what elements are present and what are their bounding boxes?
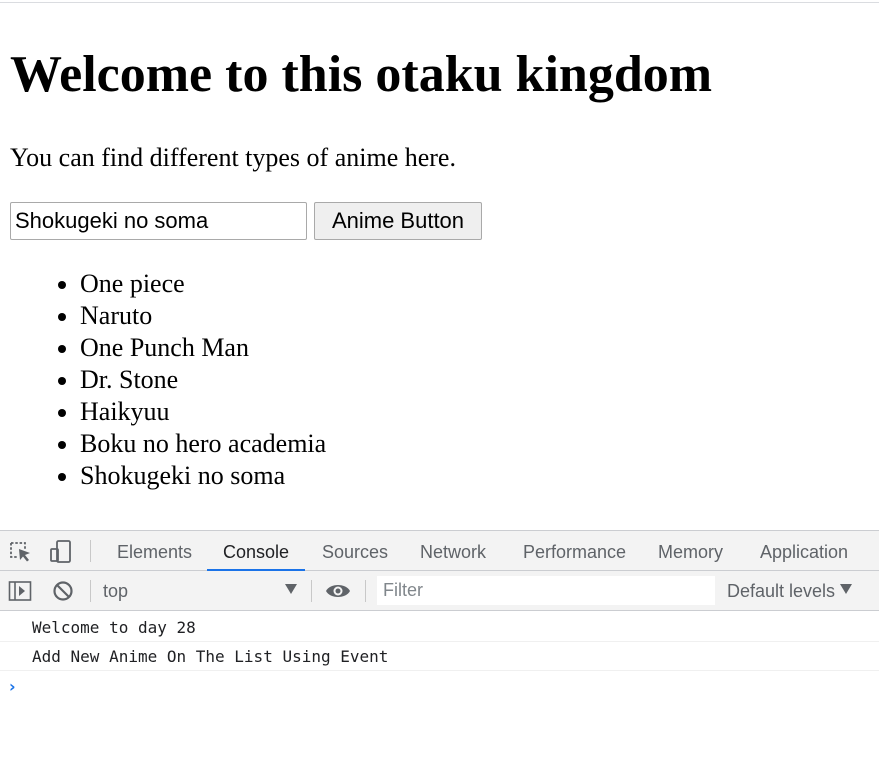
chevron-down-icon bbox=[285, 584, 297, 594]
log-levels-dropdown[interactable]: Default levels bbox=[727, 571, 867, 610]
page-root: Welcome to this otaku kingdom You can fi… bbox=[0, 0, 879, 777]
log-levels-label: Default levels bbox=[727, 581, 836, 601]
anime-input[interactable] bbox=[10, 202, 307, 240]
anime-button[interactable]: Anime Button bbox=[314, 202, 482, 240]
tab-performance[interactable]: Performance bbox=[523, 531, 626, 571]
filter-input[interactable] bbox=[377, 576, 715, 605]
list-item: Naruto bbox=[80, 300, 326, 332]
anime-list: One piece Naruto One Punch Man Dr. Stone… bbox=[10, 268, 326, 492]
page-title: Welcome to this otaku kingdom bbox=[10, 46, 713, 103]
tab-network[interactable]: Network bbox=[420, 531, 486, 571]
console-message: Welcome to day 28 bbox=[0, 613, 879, 642]
top-divider bbox=[0, 2, 879, 3]
tab-sources[interactable]: Sources bbox=[322, 531, 388, 571]
chevron-right-icon: › bbox=[9, 677, 16, 696]
list-item: Boku no hero academia bbox=[80, 428, 326, 460]
tab-memory[interactable]: Memory bbox=[658, 531, 723, 571]
devtools-tabbar: Elements Console Sources Network Perform… bbox=[0, 530, 879, 571]
list-item: One Punch Man bbox=[80, 332, 326, 364]
devtools-panel: Elements Console Sources Network Perform… bbox=[0, 530, 879, 777]
list-item: Haikyuu bbox=[80, 396, 326, 428]
console-toolbar: top Default levels bbox=[0, 571, 879, 611]
context-label: top bbox=[103, 581, 129, 601]
show-sidebar-icon[interactable] bbox=[8, 580, 32, 607]
console-prompt[interactable]: › bbox=[0, 671, 879, 701]
list-item: Dr. Stone bbox=[80, 364, 326, 396]
tab-application[interactable]: Application bbox=[760, 531, 848, 571]
list-item: One piece bbox=[80, 268, 326, 300]
console-message: Add New Anime On The List Using Event bbox=[0, 642, 879, 671]
list-item: Shokugeki no soma bbox=[80, 460, 326, 492]
device-toolbar-icon[interactable] bbox=[49, 539, 73, 570]
toolbar-separator bbox=[365, 580, 366, 602]
toolbar-separator bbox=[90, 580, 91, 602]
page-subtitle: You can find different types of anime he… bbox=[10, 143, 456, 172]
context-selector[interactable]: top bbox=[103, 571, 303, 610]
toolbar-separator bbox=[311, 580, 312, 602]
tab-console[interactable]: Console bbox=[223, 531, 289, 571]
chevron-down-icon bbox=[840, 584, 852, 594]
eye-icon[interactable] bbox=[325, 581, 351, 606]
inspect-element-icon[interactable] bbox=[9, 541, 33, 568]
toolbar-separator bbox=[90, 540, 91, 562]
clear-console-icon[interactable] bbox=[52, 580, 74, 607]
tab-elements[interactable]: Elements bbox=[117, 531, 192, 571]
